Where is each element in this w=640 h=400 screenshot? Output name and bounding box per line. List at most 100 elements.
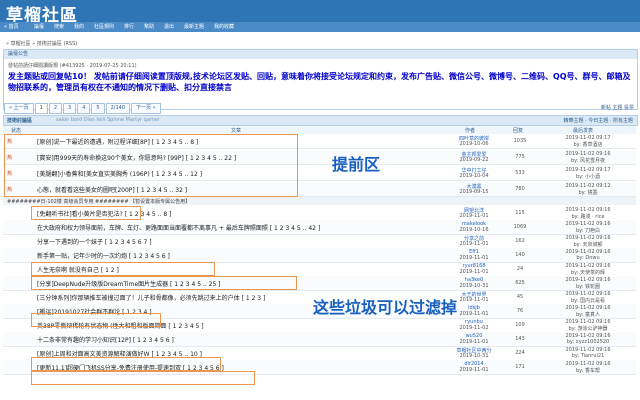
last-post-author[interactable]: by: 天京城郁 [543,241,633,248]
last-post-author[interactable]: by: 童真人 [543,311,633,318]
post-date: 2019-10-31 [459,283,489,289]
callout-item-f [31,371,255,385]
callout-item-d [31,313,161,327]
nav-logout[interactable]: 退出 [164,23,174,30]
nav-search[interactable]: 搜索 [54,23,64,30]
page-5[interactable]: 5 [91,103,105,114]
last-post-author[interactable]: by: 路漫 · rice [543,213,633,220]
top-nav: « 首頁 論壇 搜索 我的 社區規則 排行 幫助 退出 最新主題 我的收藏 [0,22,640,32]
forum-subtitle: salon bord Dies feili Spinne Martyr qame… [56,117,160,123]
reply-count: 224 [515,350,525,356]
last-post-author[interactable]: by: 小小酒 [543,173,633,180]
forum-bar: 技術討論區 salon bord Dies feili Spinne Marty… [3,115,638,126]
reply-count: 140 [515,252,525,258]
page-prev[interactable]: « 上一页 [4,103,34,114]
last-post-author[interactable]: by: xyzz1002520 [543,339,633,345]
topic-title-link[interactable]: 十二条非常有趣的学习小知识[12P] [ 1 2 3 4 5 6 ] [37,335,174,344]
reply-count: 780 [515,186,525,192]
post-date: 2019-11-01 [459,367,489,373]
notice-subtitle[interactable]: 發帖前請仔細閱讀版規 (#413925 · 2019-07-25 20:11) [8,62,137,69]
table-row[interactable]: 十二条非常有趣的学习小知识[12P] [ 1 2 3 4 5 6 ] wu520 2… [3,332,636,347]
post-date: 2019-09-15 [459,189,489,195]
post-date: 2019-10-16 [459,227,489,233]
pagination: « 上一页 1 2 3 4 5 2/140 下一页 » [4,103,162,114]
post-date: 2019-11-01 [459,255,489,261]
post-date: 2019-10-06 [459,141,489,147]
nav-help[interactable]: 幫助 [144,23,154,30]
topic-title-link[interactable]: [三分钟系列]你那辆推车被撞过面了！儿子和骨都像，必须先跳过来上的户体 [ 1 … [37,293,265,302]
notice-bar: 論壇公告 [4,50,637,59]
table-row[interactable]: 在大政府和权力领导面前，车牌、车灯、更路面面当面覆都不离事凡 + 最后车牌照面照… [3,220,636,235]
last-post-author[interactable]: by: 香草酒店 [543,141,633,148]
separator-text: ########日-102楼 高级会员专用 ######## 【暂设置本版专属公… [7,199,191,205]
last-post-author[interactable]: by: 铁轮圈 [543,283,633,290]
forum-title[interactable]: 技術討論區 [7,117,32,124]
reply-count: 533 [515,170,525,176]
last-post-author[interactable]: by: Tianrui21 [543,353,633,359]
notice-box: 論壇公告 發帖前請仔細閱讀版規 (#413925 · 2019-07-25 20… [3,49,638,110]
post-date: 2019-11-01 [459,339,489,345]
topic-title-link[interactable]: 在大政府和权力领导面前，车牌、车灯、更路面面当面覆都不离事凡 + 最后车牌照面照… [37,223,320,232]
reply-count: 109 [515,322,525,328]
nav-rank[interactable]: 排行 [124,23,134,30]
nav-rules[interactable]: 社區規則 [94,23,114,30]
topic-title-link[interactable]: 新手第一贴，记年少时的一次约炮 [ 1 2 3 4 5 6 ] [37,251,170,260]
post-date: 2019-09-22 [459,157,489,163]
last-post-author[interactable]: by: 刀疤白 [543,227,633,234]
nav-mine[interactable]: 我的 [74,23,84,30]
table-row[interactable]: 新手第一贴，记年少时的一次约炮 [ 1 2 3 4 5 6 ] Eff1 2019-… [3,248,636,263]
col-status: 状态 [11,128,22,134]
reply-count: 143 [515,336,525,342]
notice-text: 发主题贴或回复帖10！ 发帖前请仔细阅读置顶版规,技术论坛区发贴、回贴，意味着你… [8,72,631,92]
callout-item-e [31,357,221,371]
page-next[interactable]: 下一页 » [131,103,161,114]
post-date: 2019-11-01 [459,213,489,219]
reply-count: 171 [515,364,525,370]
last-post-author[interactable]: by: 国内云是看 [543,297,633,304]
callout-item-a [31,206,141,220]
forum-tools[interactable]: 精華主題 · 今日主題 · 所有主題 [563,117,633,124]
nav-forum[interactable]: 論壇 [34,23,44,30]
last-post-author[interactable]: by: 香车帮 [543,367,633,374]
page-1[interactable]: 1 [34,103,48,114]
post-date: 2019-10-04 [459,173,489,179]
separator-row: ########日-102楼 高级会员专用 ######## 【暂设置本版专属公… [3,197,636,205]
callout-pinned [4,134,298,197]
new-post-links[interactable]: 新帖 主题 投票 [601,104,634,111]
callout-item-c [31,276,297,290]
column-header: 状态 文章 作者 回复 最后发表 [3,126,636,134]
col-author: 作者 [465,128,476,134]
page-indicator: 2/140 [105,103,131,114]
page-3[interactable]: 3 [63,103,77,114]
last-post-author[interactable]: by: 游泳公驴神器 [543,325,633,332]
topic-title-link[interactable]: 分享一下遇到的一个妹子 [ 1 2 3 4 5 6 7 ] [37,237,152,246]
col-last: 最后发表 [573,128,594,134]
annotation-filter: 这些垃圾可以过滤掉 [313,298,458,317]
reply-count: 24 [516,266,524,272]
table-row[interactable]: 分享一下遇到的一个妹子 [ 1 2 3 4 5 6 7 ] 分享之前 2019-11… [3,234,636,249]
reply-count: 76 [516,308,524,314]
reply-count: 45 [516,294,524,300]
reply-count: 162 [515,238,525,244]
post-date: 2019-11-01 [459,241,489,247]
page-4[interactable]: 4 [77,103,91,114]
breadcrumb[interactable]: » 草榴社區 » 技術討論區 (RSS) [6,40,77,47]
nav-home[interactable]: « 首頁 [4,23,19,30]
col-title: 文章 [231,128,242,134]
nav-latest[interactable]: 最新主題 [184,23,204,30]
post-date: 2019-11-02 [459,325,489,331]
last-post-author[interactable]: by: 镜墨 [543,189,633,196]
last-post-author[interactable]: by: 风花雪月夜 [543,157,633,164]
col-replies: 回复 [513,128,524,134]
post-date: 2019-11-01 [459,269,489,275]
annotation-pinned: 提前区 [332,155,381,174]
last-post-author[interactable]: by: Dnwu [543,255,633,261]
post-date: 2019-10-31 [459,353,489,359]
page-2[interactable]: 2 [48,103,63,114]
last-post-author[interactable]: by: 天使茶的辉 [543,269,633,276]
reply-count: 775 [515,154,525,160]
nav-favorites[interactable]: 我的收藏 [214,23,234,30]
reply-count: 1069 [513,224,527,230]
reply-count: 115 [515,210,525,216]
reply-count: 625 [515,280,525,286]
